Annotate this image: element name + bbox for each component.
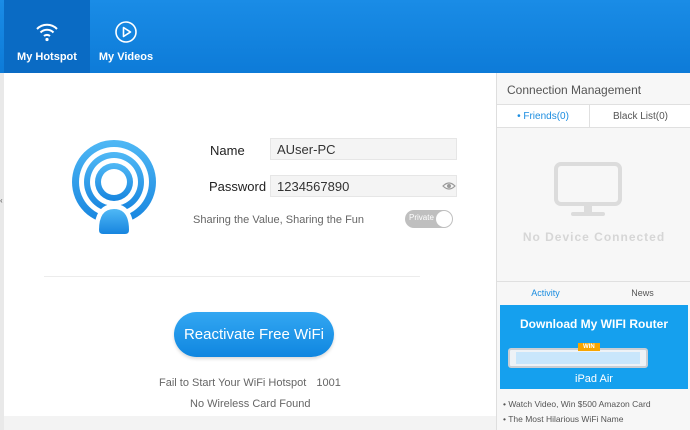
win-badge: WIN (578, 343, 600, 351)
error-detail: No Wireless Card Found (190, 398, 311, 410)
error-message: Fail to Start Your WiFi Hotspot 1001 (159, 377, 341, 389)
feed-tabs: Activity News (497, 281, 690, 305)
wifi-icon (36, 23, 58, 42)
private-toggle-label: Private (409, 213, 434, 222)
tab-my-hotspot-label: My Hotspot (17, 51, 77, 63)
tab-my-videos-label: My Videos (98, 51, 154, 63)
tab-friends[interactable]: • Friends(0) (497, 104, 590, 128)
error-text: Fail to Start Your WiFi Hotspot (159, 377, 307, 389)
name-label: Name (210, 143, 245, 158)
divider (44, 276, 420, 277)
promo-banner[interactable]: Download My WIFI Router WIN iPad Air (500, 305, 688, 389)
hotspot-name-field[interactable] (270, 138, 457, 160)
play-icon (115, 21, 137, 43)
list-item[interactable]: • Watch Video, Win $500 Amazon Card (503, 399, 651, 409)
tab-news[interactable]: News (594, 282, 690, 305)
promo-title: Download My WIFI Router (520, 317, 668, 331)
reactivate-wifi-button[interactable]: Reactivate Free WiFi (174, 312, 334, 357)
monitor-icon (554, 162, 622, 216)
no-device-text: No Device Connected (522, 230, 666, 244)
top-nav-bar: My Hotspot My Videos (0, 0, 690, 73)
connection-title: Connection Management (507, 83, 642, 97)
share-slogan: Sharing the Value, Sharing the Fun (193, 214, 365, 226)
tab-black-list[interactable]: Black List(0) (590, 104, 690, 128)
promo-prize: iPad Air (575, 373, 613, 385)
private-toggle[interactable]: Private (405, 210, 453, 228)
tab-friends-label: Friends(0) (523, 111, 569, 122)
tab-my-videos[interactable]: My Videos (86, 0, 166, 73)
hotspot-panel: Name Password Sharing the Value, Sharing… (4, 73, 496, 430)
password-label: Password (209, 179, 267, 194)
collapse-arrow-icon[interactable]: ‹ (0, 196, 3, 205)
error-code: 1001 (316, 377, 341, 389)
list-item[interactable]: • The Most Hilarious WiFi Name (503, 414, 623, 424)
news-item-text: The Most Hilarious WiFi Name (508, 414, 624, 424)
ipad-image (508, 348, 648, 368)
news-item-text: Watch Video, Win $500 Amazon Card (508, 399, 651, 409)
connection-panel: Connection Management • Friends(0) Black… (496, 73, 690, 430)
show-password-eye-icon[interactable] (442, 181, 456, 191)
hotspot-logo-icon (72, 140, 156, 234)
bottom-strip (4, 416, 496, 430)
tab-my-hotspot[interactable]: My Hotspot (4, 0, 90, 73)
toggle-knob (436, 211, 452, 227)
password-field[interactable] (270, 175, 457, 197)
tab-activity[interactable]: Activity (497, 282, 594, 305)
